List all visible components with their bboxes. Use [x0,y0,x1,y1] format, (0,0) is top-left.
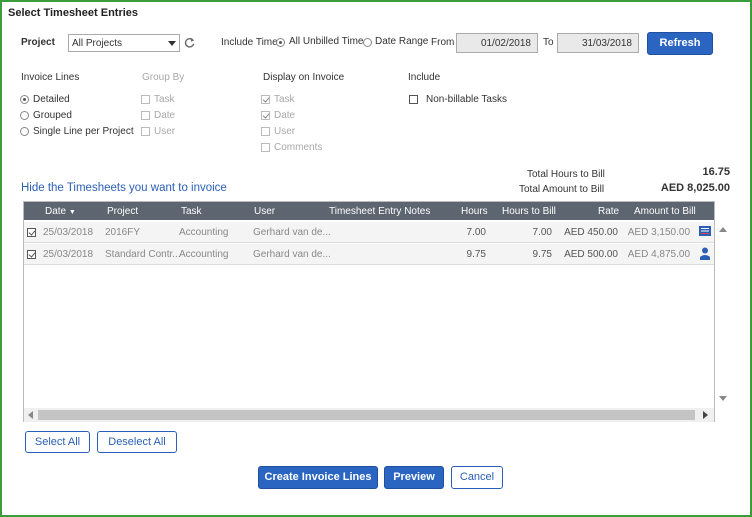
grouped-label: Grouped [33,110,72,121]
to-date-field[interactable]: 31/03/2018 [557,33,639,53]
group-by-user-checkbox[interactable] [141,127,150,136]
select-timesheet-dialog: Select Timesheet Entries Project All Pro… [0,0,752,517]
from-date-field[interactable]: 01/02/2018 [456,33,538,53]
row-project: Standard Contr... [105,249,181,260]
group-by-date-checkbox[interactable] [141,111,150,120]
row-user: Gerhard van de... [253,249,331,260]
row-hours: 7.00 [466,227,486,238]
col-date-header[interactable]: Date ▼ [45,206,76,217]
refresh-button[interactable]: Refresh [647,32,713,55]
total-hours-label: Total Hours to Bill [527,169,605,180]
scrollbar-thumb[interactable] [38,410,695,420]
preview-button[interactable]: Preview [384,466,444,489]
total-amount-value: AED 8,025.00 [660,182,730,194]
single-line-label: Single Line per Project [33,126,134,137]
row-hours-to-bill: 9.75 [532,249,552,260]
dialog-titlebar: Select Timesheet Entries [2,2,750,24]
display-comments-checkbox[interactable] [261,143,270,152]
group-by-task-checkbox[interactable] [141,95,150,104]
total-hours-value: 16.75 [702,166,730,178]
project-select-value: All Projects [72,38,123,49]
display-user-label: User [274,126,296,137]
group-by-task-label: Task [154,94,175,105]
row-date: 25/03/2018 [43,249,94,260]
detailed-radio[interactable] [20,95,29,104]
scroll-down-arrow[interactable] [719,396,727,401]
date-range-radio[interactable] [363,38,372,47]
grouped-radio[interactable] [20,111,29,120]
cancel-button[interactable]: Cancel [451,466,503,489]
to-label: To [543,37,554,48]
from-label: From [431,37,455,48]
col-amount-header[interactable]: Amount to Bill [634,206,696,217]
include-header: Include [408,72,441,83]
row-hours-to-bill: 7.00 [532,227,552,238]
display-on-invoice-header: Display on Invoice [263,72,345,83]
display-task-label: Task [274,94,295,105]
detailed-label: Detailed [33,94,70,105]
user-icon[interactable] [700,247,710,260]
refresh-icon[interactable] [184,37,195,48]
group-by-user-label: User [154,126,176,137]
col-hours-to-bill-header[interactable]: Hours to Bill [502,206,556,217]
display-comments-label: Comments [274,142,323,153]
display-date-checkbox[interactable] [261,111,270,120]
col-notes-header[interactable]: Timesheet Entry Notes [329,206,430,217]
row-user: Gerhard van de... [253,227,331,238]
row-rate: AED 500.00 [564,249,618,260]
chevron-down-icon [168,41,176,46]
scroll-right-arrow[interactable] [703,411,708,419]
col-task-header[interactable]: Task [181,206,202,217]
deselect-all-button[interactable]: Deselect All [97,431,177,453]
grid-heading: Hide the Timesheets you want to invoice [21,182,227,194]
group-by-header: Group By [142,72,185,83]
notes-list-icon[interactable] [699,226,711,236]
single-line-radio[interactable] [20,127,29,136]
scroll-up-arrow[interactable] [719,227,727,232]
row-project: 2016FY [105,227,141,238]
table-row[interactable]: 25/03/2018 Standard Contr... Accounting … [24,244,714,265]
display-date-label: Date [274,110,296,121]
select-all-button[interactable]: Select All [25,431,90,453]
row-task: Accounting [179,249,229,260]
date-range-label: Date Range [375,36,429,47]
non-billable-label: Non-billable Tasks [426,94,507,105]
display-user-checkbox[interactable] [261,127,270,136]
row-amount: AED 4,875.00 [627,249,690,260]
non-billable-checkbox[interactable] [409,95,418,104]
col-hours-header[interactable]: Hours [461,206,488,217]
sort-desc-icon: ▼ [68,209,76,216]
row-rate: AED 450.00 [564,227,618,238]
col-rate-header[interactable]: Rate [598,206,619,217]
scroll-left-arrow[interactable] [28,411,33,419]
row-hours: 9.75 [466,249,486,260]
col-date-label: Date [45,206,67,217]
project-label: Project [21,37,55,48]
horizontal-scrollbar[interactable] [24,408,714,422]
row-checkbox[interactable] [27,250,36,259]
row-date: 25/03/2018 [43,227,94,238]
project-select[interactable]: All Projects [68,34,180,52]
dialog-title: Select Timesheet Entries [8,7,139,19]
group-by-date-label: Date [154,110,176,121]
total-amount-label: Total Amount to Bill [519,184,605,195]
all-unbilled-label: All Unbilled Time [289,36,364,47]
col-user-header[interactable]: User [254,206,275,217]
include-time-label: Include Time [221,37,278,48]
all-unbilled-radio[interactable] [276,38,285,47]
grid-header: Date ▼ Project Task User Timesheet Entry… [24,202,714,220]
timesheet-grid: Date ▼ Project Task User Timesheet Entry… [23,201,727,422]
col-project-header[interactable]: Project [107,206,138,217]
row-task: Accounting [179,227,229,238]
display-task-checkbox[interactable] [261,95,270,104]
create-invoice-lines-button[interactable]: Create Invoice Lines [258,466,378,489]
row-checkbox[interactable] [27,228,36,237]
table-row[interactable]: 25/03/2018 2016FY Accounting Gerhard van… [24,222,714,243]
invoice-lines-header: Invoice Lines [21,72,80,83]
row-amount: AED 3,150.00 [627,227,690,238]
